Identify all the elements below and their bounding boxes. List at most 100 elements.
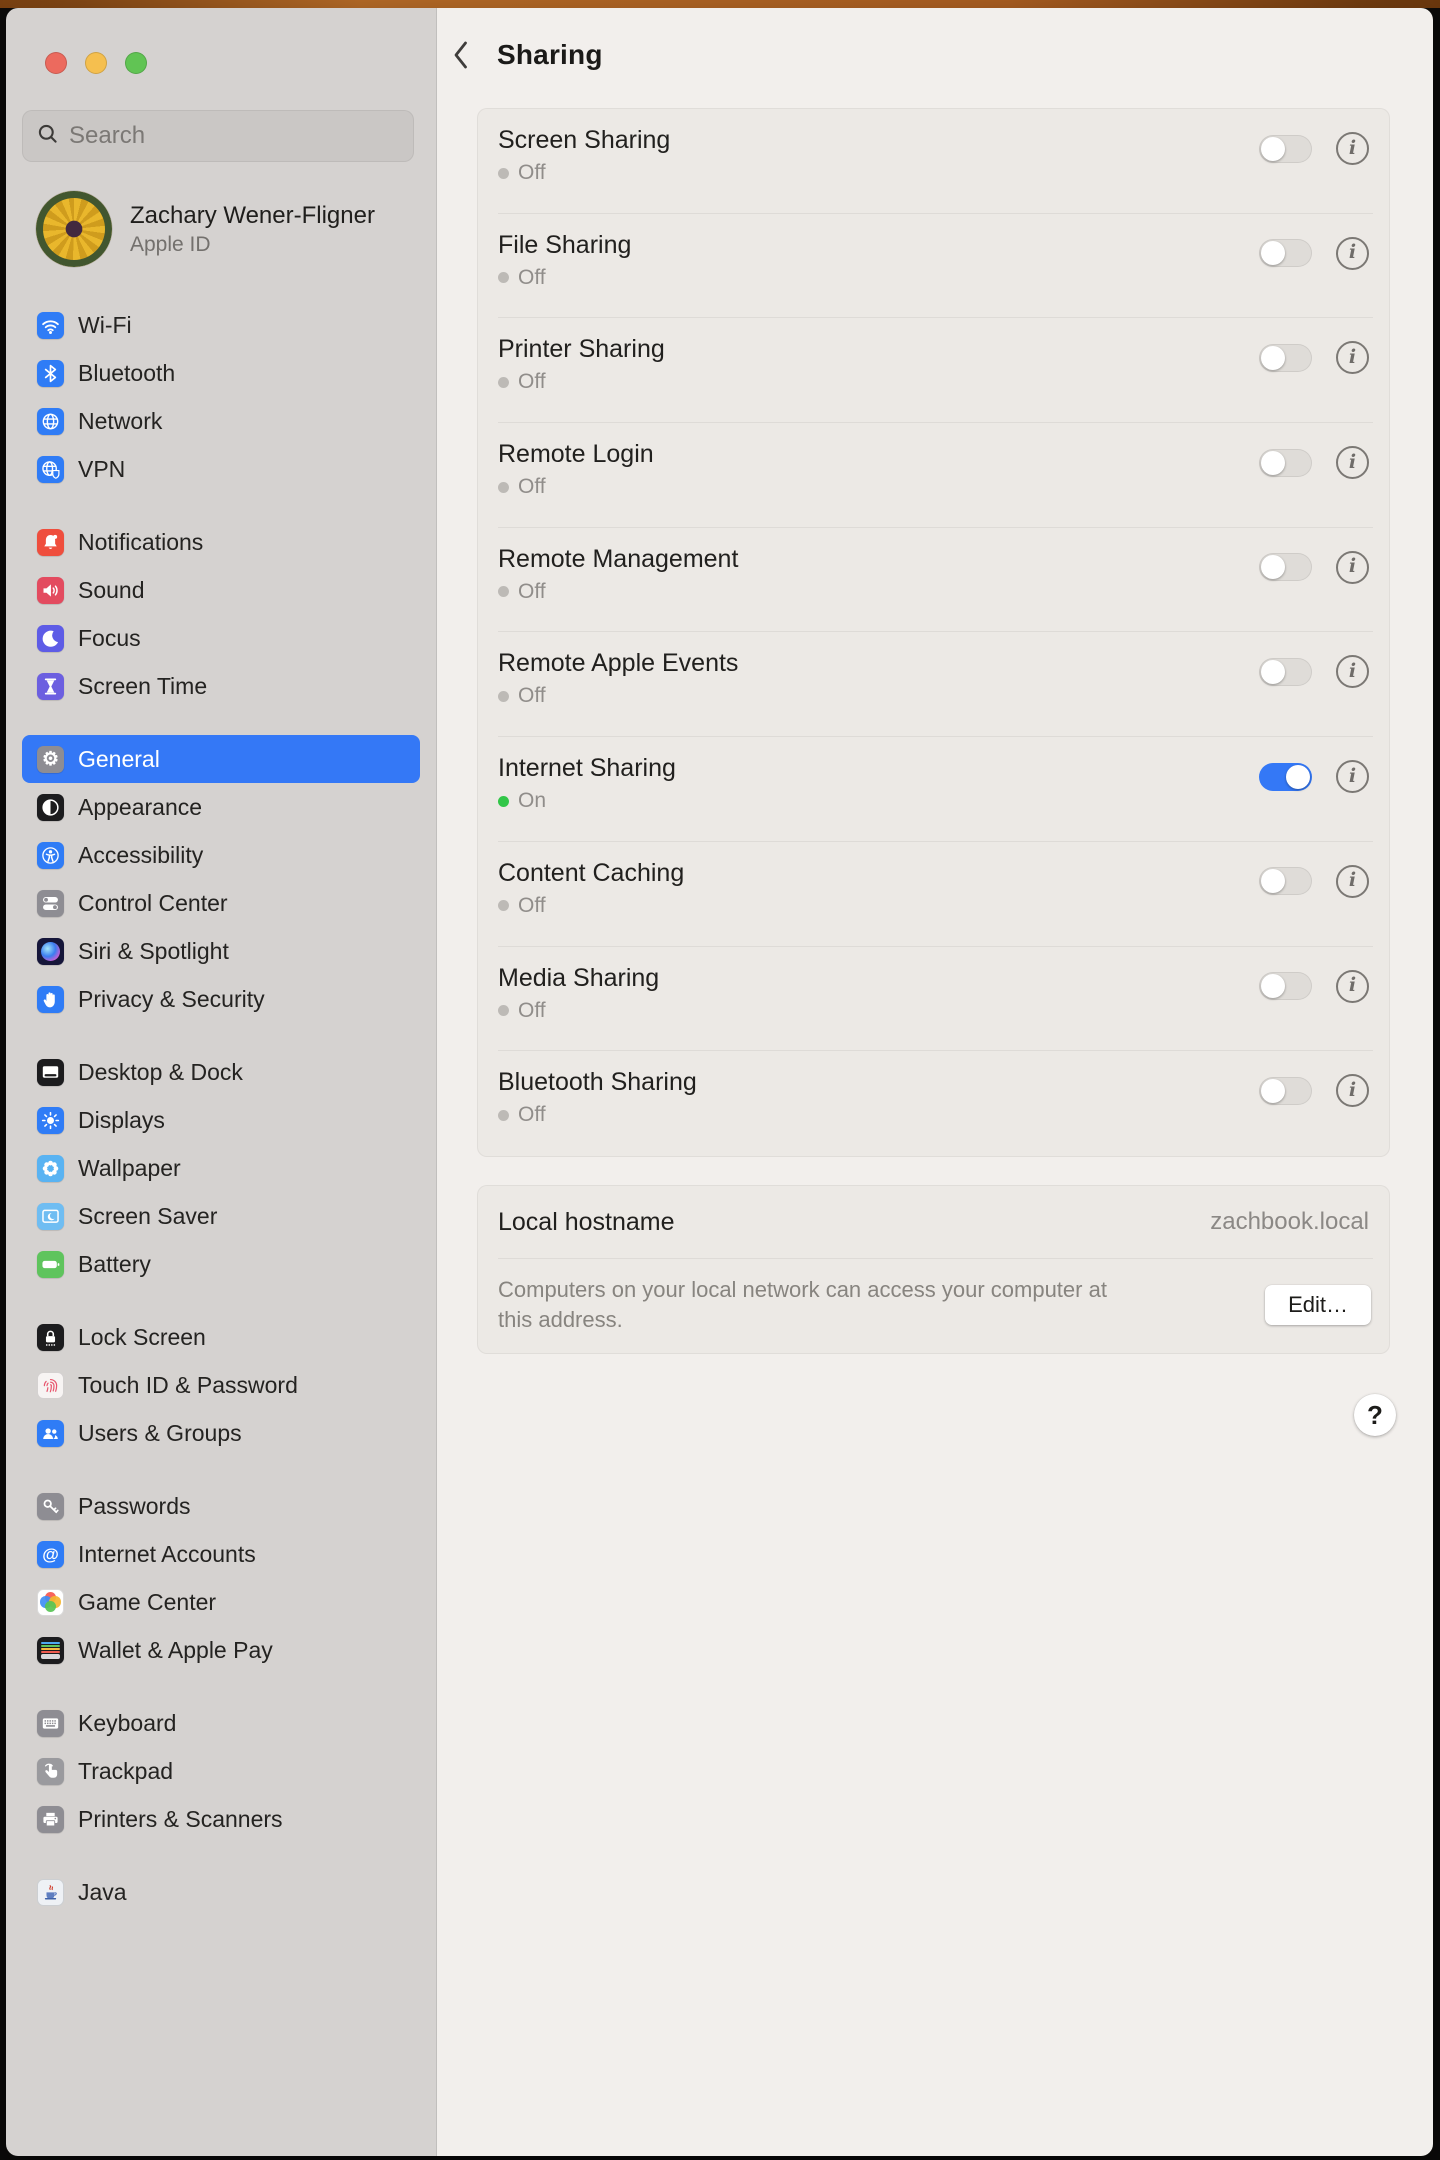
toggle-remote-apple-events[interactable] [1259,658,1312,686]
sidebar-item-wallet-apple-pay[interactable]: Wallet & Apple Pay [22,1626,420,1674]
sidebar-item-wi-fi[interactable]: Wi-Fi [22,301,420,349]
info-button-media-sharing[interactable]: i [1336,970,1369,1003]
toggle-remote-login[interactable] [1259,449,1312,477]
info-icon: i [1349,660,1356,682]
info-icon: i [1349,869,1356,891]
screensaver-icon [37,1203,64,1230]
info-button-internet-sharing[interactable]: i [1336,760,1369,793]
printer-icon [37,1806,64,1833]
sidebar-item-label: Touch ID & Password [78,1372,298,1399]
toggle-file-sharing[interactable] [1259,239,1312,267]
info-button-remote-login[interactable]: i [1336,446,1369,479]
sidebar-item-privacy-security[interactable]: Privacy & Security [22,975,420,1023]
sidebar-item-label: Wi-Fi [78,312,132,339]
toggle-content-caching[interactable] [1259,867,1312,895]
sidebar-item-control-center[interactable]: Control Center [22,879,420,927]
sidebar-item-lock-screen[interactable]: Lock Screen [22,1313,420,1361]
toggle-bluetooth-sharing[interactable] [1259,1077,1312,1105]
info-icon: i [1349,346,1356,368]
sidebar-item-displays[interactable]: Displays [22,1096,420,1144]
sidebar-item-touch-id-password[interactable]: Touch ID & Password [22,1361,420,1409]
toggle-screen-sharing[interactable] [1259,135,1312,163]
status-label: Off [518,370,546,394]
system-settings-window: Zachary Wener-Fligner Apple ID Wi-Fi Blue… [6,8,1433,2156]
sidebar-item-desktop-dock[interactable]: Desktop & Dock [22,1048,420,1096]
sharing-card: Screen SharingOffiFile SharingOffiPrinte… [477,108,1390,1157]
sidebar-item-screen-time[interactable]: Screen Time [22,662,420,710]
search-input[interactable] [69,122,399,150]
info-button-screen-sharing[interactable]: i [1336,132,1369,165]
close-button[interactable] [45,52,67,74]
sidebar-item-label: Internet Accounts [78,1541,256,1568]
sidebar-item-notifications[interactable]: Notifications [22,518,420,566]
sidebar-item-internet-accounts[interactable]: @Internet Accounts [22,1530,420,1578]
zoom-button[interactable] [125,52,147,74]
toggle-knob [1286,765,1310,789]
sidebar-group: Wi-Fi BluetoothNetworkVPN [6,301,436,493]
sharing-item-title: Remote Apple Events [498,648,738,679]
sidebar: Zachary Wener-Fligner Apple ID Wi-Fi Blue… [6,8,437,2156]
sidebar-item-appearance[interactable]: Appearance [22,783,420,831]
status-dot [498,691,509,702]
sidebar-group: Desktop & DockDisplaysWallpaperScreen Sa… [6,1048,436,1288]
accessibility-icon [37,842,64,869]
hostname-label: Local hostname [498,1208,675,1237]
sidebar-item-printers-scanners[interactable]: Printers & Scanners [22,1795,420,1843]
sidebar-item-label: Java [78,1879,127,1906]
sidebar-item-siri-spotlight[interactable]: Siri & Spotlight [22,927,420,975]
sidebar-item-battery[interactable]: Battery [22,1240,420,1288]
sharing-item-status: Off [498,266,631,290]
info-icon: i [1349,765,1356,787]
profile-row[interactable]: Zachary Wener-Fligner Apple ID [36,190,420,268]
sidebar-item-keyboard[interactable]: Keyboard [22,1699,420,1747]
status-dot [498,272,509,283]
sidebar-item-trackpad[interactable]: Trackpad [22,1747,420,1795]
sidebar-item-label: Notifications [78,529,203,556]
sidebar-item-sound[interactable]: Sound [22,566,420,614]
info-button-bluetooth-sharing[interactable]: i [1336,1074,1369,1107]
info-button-content-caching[interactable]: i [1336,865,1369,898]
minimize-button[interactable] [85,52,107,74]
sidebar-item-java[interactable]: Java [22,1868,420,1916]
sidebar-item-screen-saver[interactable]: Screen Saver [22,1192,420,1240]
sidebar-item-game-center[interactable]: Game Center [22,1578,420,1626]
game-center-icon [37,1589,64,1616]
help-button[interactable]: ? [1354,1394,1396,1436]
sidebar-group: ⚙GeneralAppearanceAccessibilityControl C… [6,735,436,1023]
sidebar-item-general[interactable]: ⚙General [22,735,420,783]
sharing-item-status: Off [498,1103,697,1127]
sharing-item-status: Off [498,161,670,185]
sharing-item-title: Screen Sharing [498,125,670,156]
hostname-description: Computers on your local network can acce… [498,1275,1143,1335]
sharing-row-file-sharing: File SharingOffi [478,214,1389,319]
info-button-remote-management[interactable]: i [1336,551,1369,584]
sidebar-item-label: Users & Groups [78,1420,242,1447]
sidebar-item-vpn[interactable]: VPN [22,445,420,493]
sidebar-item-accessibility[interactable]: Accessibility [22,831,420,879]
toggle-media-sharing[interactable] [1259,972,1312,1000]
search-bar[interactable] [22,110,414,162]
sharing-row-controls: i [1259,865,1369,898]
sidebar-item-bluetooth[interactable]: Bluetooth [22,349,420,397]
sidebar-item-label: Sound [78,577,145,604]
sharing-item-title: Printer Sharing [498,334,665,365]
battery-icon [37,1251,64,1278]
sidebar-item-wallpaper[interactable]: Wallpaper [22,1144,420,1192]
toggle-knob [1261,869,1285,893]
toggle-printer-sharing[interactable] [1259,344,1312,372]
toggle-internet-sharing[interactable] [1259,763,1312,791]
toggle-remote-management[interactable] [1259,553,1312,581]
back-button[interactable] [445,38,475,72]
sidebar-nav: Wi-Fi BluetoothNetworkVPN Notifications Sou… [6,301,436,1941]
sidebar-item-network[interactable]: Network [22,397,420,445]
info-button-printer-sharing[interactable]: i [1336,341,1369,374]
sharing-row-screen-sharing: Screen Sharing Off i [478,109,1389,214]
hand-icon [37,986,64,1013]
sidebar-item-users-groups[interactable]: Users & Groups [22,1409,420,1457]
info-button-remote-apple-events[interactable]: i [1336,655,1369,688]
edit-hostname-button[interactable]: Edit… [1265,1285,1371,1325]
sidebar-item-passwords[interactable]: Passwords [22,1482,420,1530]
sidebar-item-label: General [78,746,160,773]
sidebar-item-focus[interactable]: Focus [22,614,420,662]
info-button-file-sharing[interactable]: i [1336,237,1369,270]
